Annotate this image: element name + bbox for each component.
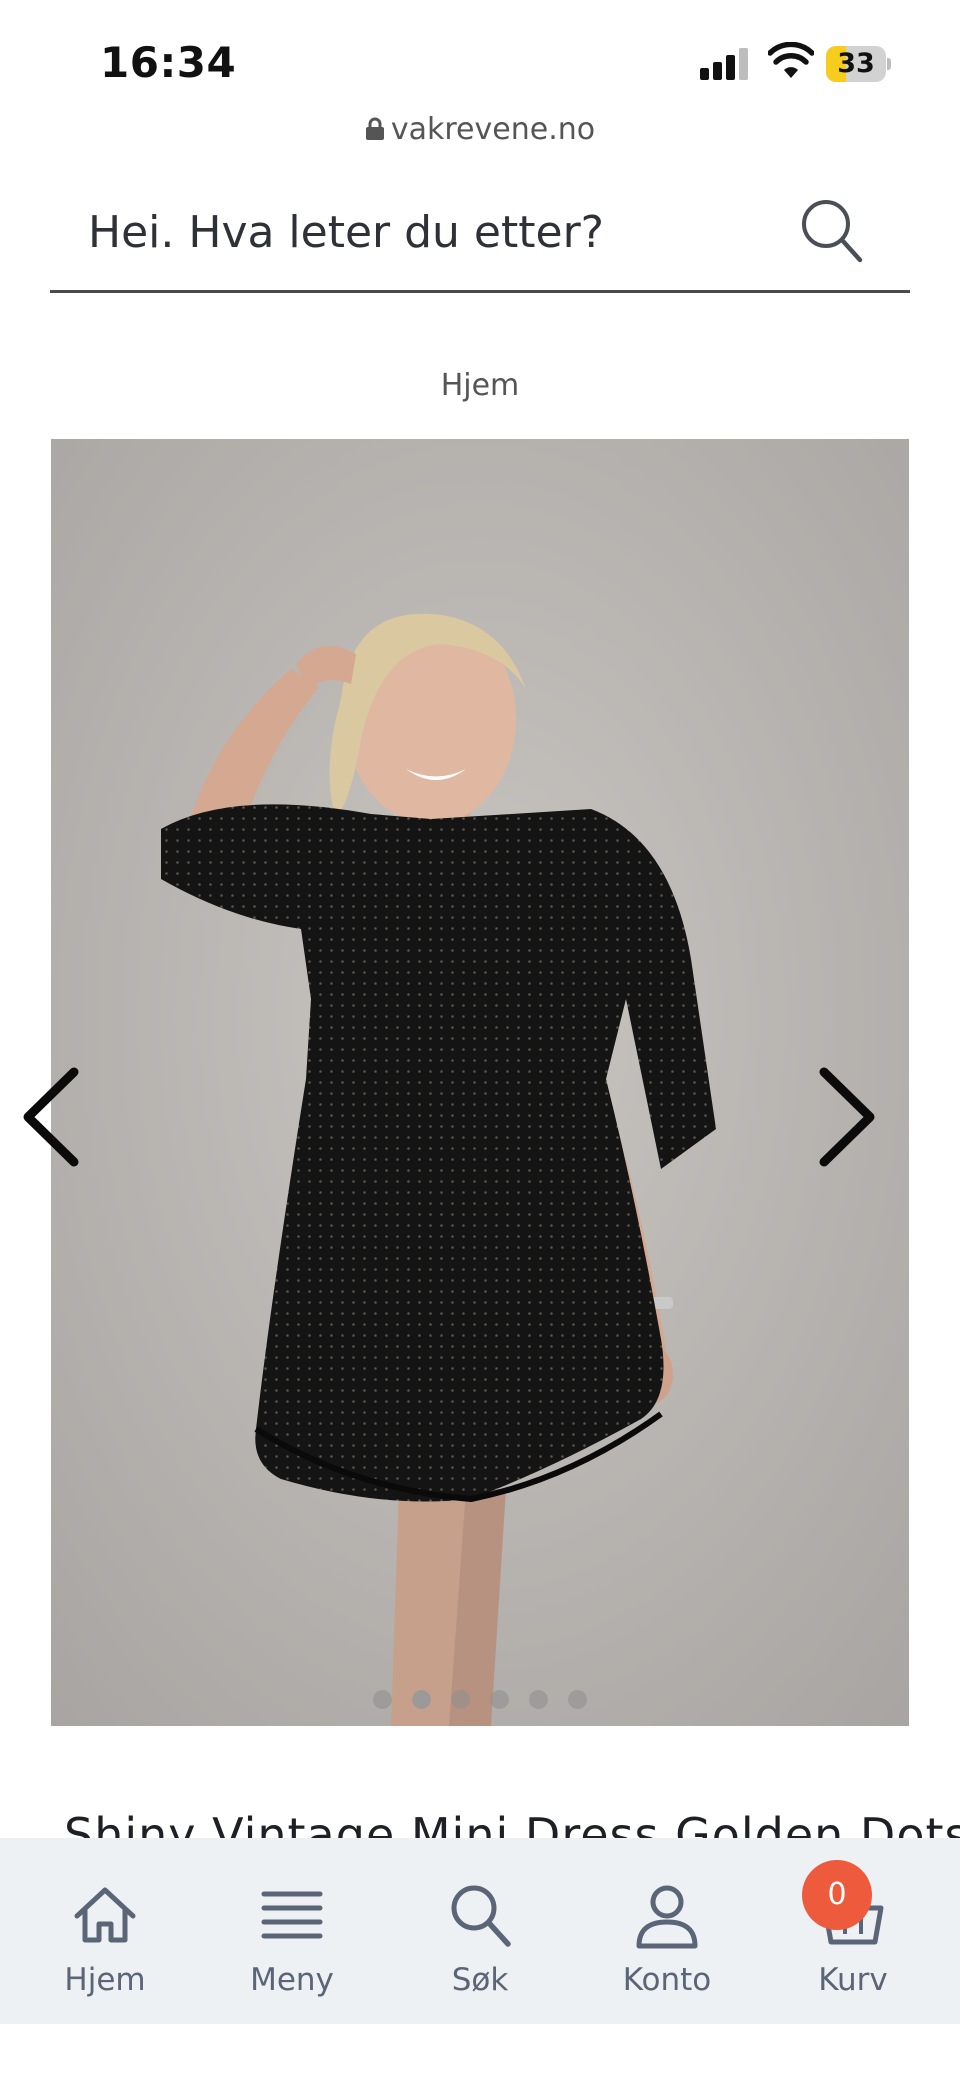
breadcrumb-home-link[interactable]: Hjem xyxy=(441,368,520,403)
image-dot-6[interactable] xyxy=(568,1690,587,1709)
next-image-arrow[interactable] xyxy=(812,1062,882,1172)
breadcrumb: Hjem xyxy=(0,368,960,403)
status-bar: 16:34 33 xyxy=(0,0,960,120)
nav-search-label: Søk xyxy=(451,1962,509,1998)
search-button[interactable] xyxy=(792,192,872,272)
nav-account[interactable]: Konto xyxy=(572,1838,762,2024)
lock-icon xyxy=(365,117,384,140)
url-text: vakrevene.no xyxy=(390,112,596,147)
nav-home-label: Hjem xyxy=(64,1962,146,1998)
menu-icon xyxy=(261,1891,323,1939)
product-image[interactable] xyxy=(51,439,909,1726)
image-dot-2[interactable] xyxy=(412,1690,431,1709)
wifi-icon xyxy=(768,42,814,78)
cellular-signal-icon xyxy=(700,48,752,80)
image-pagination xyxy=(0,1690,960,1714)
search-input[interactable] xyxy=(88,202,788,262)
image-dot-3[interactable] xyxy=(451,1690,470,1709)
account-icon xyxy=(636,1885,698,1949)
nav-menu[interactable]: Meny xyxy=(197,1838,387,2024)
address-bar[interactable]: vakrevene.no xyxy=(0,112,960,147)
cart-count-badge: 0 xyxy=(802,1860,872,1930)
image-dot-1[interactable] xyxy=(373,1690,392,1709)
nav-menu-label: Meny xyxy=(250,1962,334,1998)
product-photo xyxy=(51,439,909,1726)
battery-level: 33 xyxy=(837,48,875,79)
nav-search[interactable]: Søk xyxy=(385,1838,575,2024)
nav-account-label: Konto xyxy=(622,1962,712,1998)
search-icon xyxy=(451,1885,511,1947)
nav-cart-label: Kurv xyxy=(818,1962,888,1998)
nav-home[interactable]: Hjem xyxy=(10,1838,200,2024)
search-icon xyxy=(802,200,863,263)
home-icon xyxy=(74,1887,136,1943)
image-dot-4[interactable] xyxy=(490,1690,509,1709)
battery-icon: 33 xyxy=(826,46,891,82)
home-indicator-area xyxy=(0,2024,960,2078)
status-time: 16:34 xyxy=(100,38,237,87)
image-dot-5[interactable] xyxy=(529,1690,548,1709)
search-bar xyxy=(50,178,910,293)
previous-image-arrow[interactable] xyxy=(16,1062,86,1172)
